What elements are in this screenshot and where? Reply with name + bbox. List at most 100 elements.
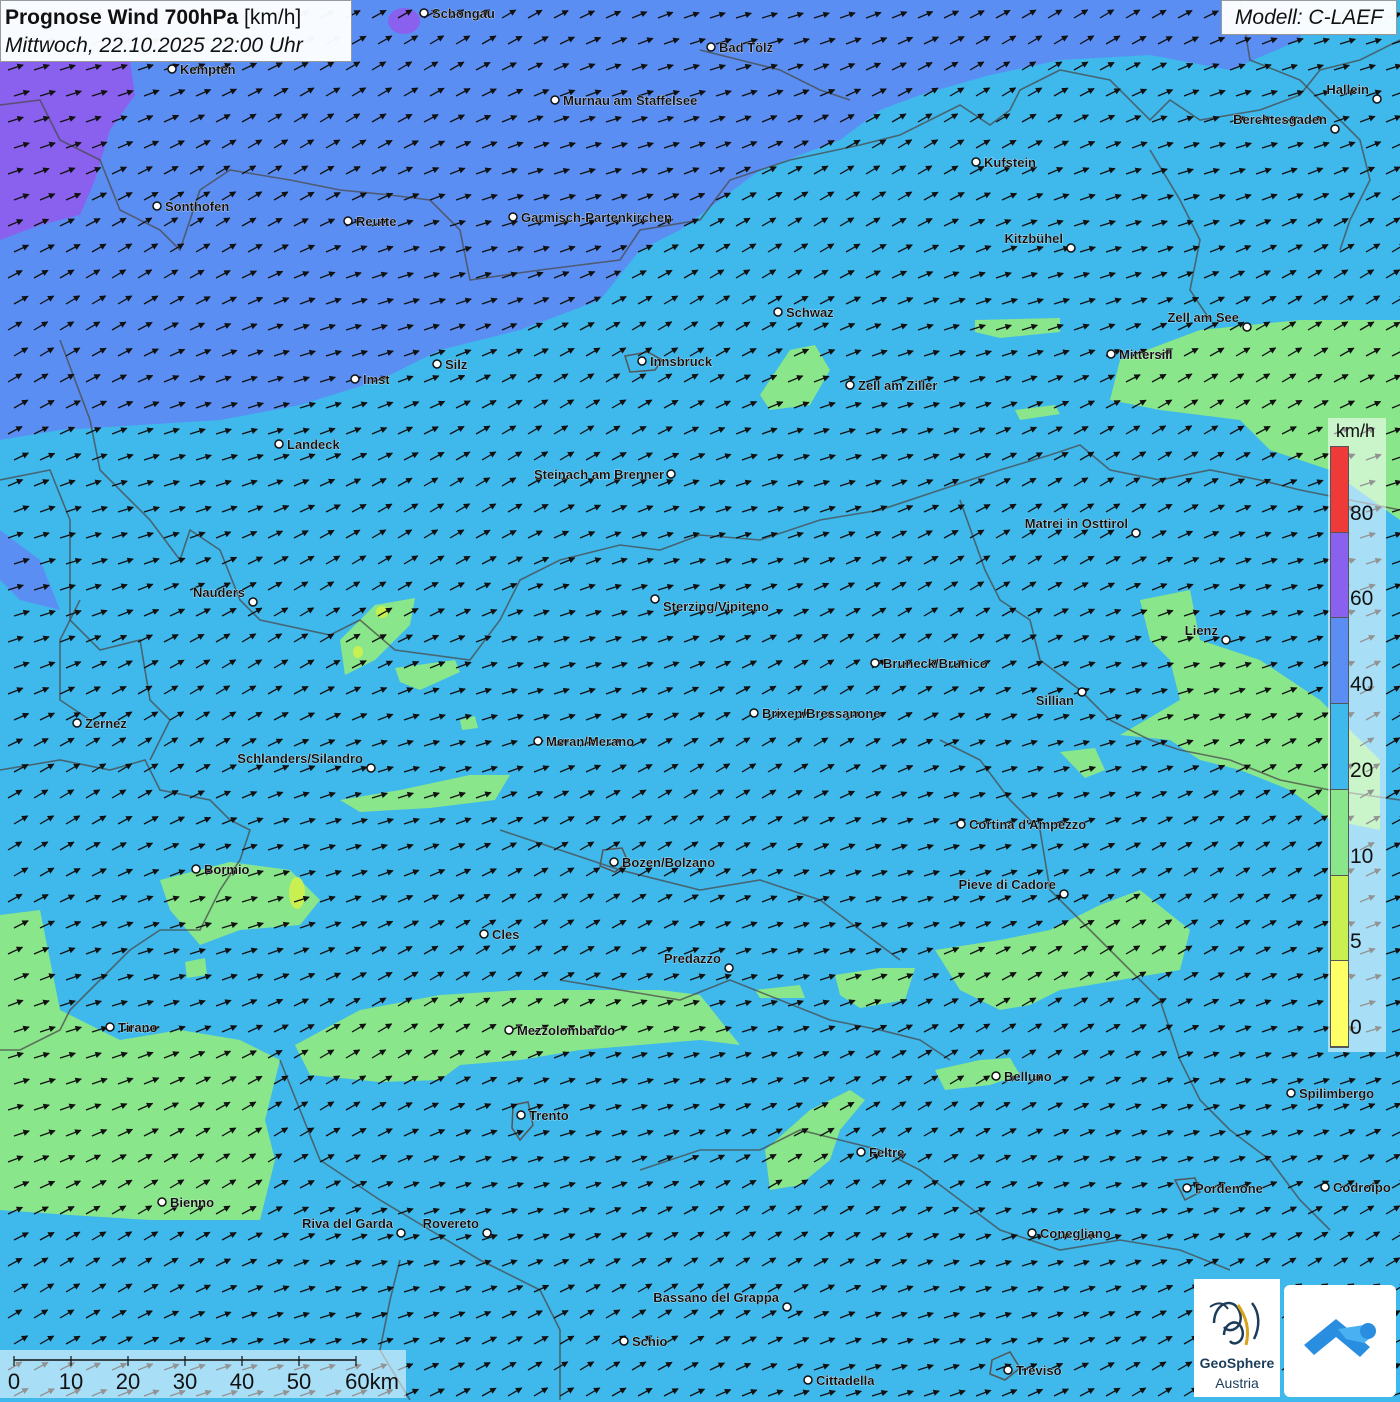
city-label: Belluno	[1004, 1069, 1052, 1084]
city-label: Treviso	[1016, 1363, 1062, 1378]
city-label: Trento	[529, 1108, 569, 1123]
city-dot	[419, 8, 429, 18]
city-label: Sonthofen	[165, 199, 229, 214]
city-marker: Schongau	[419, 6, 495, 21]
city-label: Innsbruck	[650, 354, 713, 369]
app-logo[interactable]	[1284, 1285, 1396, 1397]
geosphere-emblem-icon	[1209, 1301, 1260, 1346]
city-label: Mezzolombardo	[517, 1023, 615, 1038]
city-label: Kempten	[180, 62, 236, 77]
forecast-datetime: Mittwoch, 22.10.2025 22:00 Uhr	[5, 34, 303, 57]
city-dot	[157, 1197, 167, 1207]
city-label: Landeck	[287, 437, 341, 452]
city-dot	[609, 857, 619, 867]
city-dot	[650, 594, 660, 604]
city-dot	[350, 374, 360, 384]
wind-map[interactable]: Schongau Bad Tölz Kempten Murnau am Staffel…	[0, 0, 1400, 1400]
city-label: Bienno	[170, 1195, 214, 1210]
city-marker: Innsbruck	[637, 354, 713, 369]
city-label: Hallein	[1326, 82, 1369, 97]
city-label: Imst	[363, 372, 390, 387]
city-label: Lienz	[1185, 623, 1219, 638]
city-dot	[274, 439, 284, 449]
city-dot	[870, 658, 880, 668]
city-label: Kufstein	[984, 155, 1036, 170]
scale-label: 20	[115, 1369, 141, 1394]
city-dot	[724, 963, 734, 973]
city-marker: Cortina d'Ampezzo	[956, 817, 1087, 832]
city-dot	[479, 929, 489, 939]
app-mountain-icon	[1304, 1319, 1376, 1357]
city-marker: Conegliano	[1027, 1226, 1111, 1241]
city-dot	[773, 307, 783, 317]
scale-label: 50	[286, 1369, 312, 1394]
city-dot	[1077, 687, 1087, 697]
city-label: Sterzing/Vipiteno	[663, 599, 769, 614]
color-legend: km/h 0 5 10 20 40 60 80	[1328, 418, 1386, 1052]
city-dot	[72, 718, 82, 728]
city-marker: Bruneck/Brunico	[870, 656, 988, 671]
legend-band-5–10	[1331, 875, 1348, 962]
legend-tick-label: 60	[1350, 587, 1374, 611]
geosphere-logo[interactable]: GeoSphere Austria	[1194, 1279, 1280, 1397]
city-label: Bruneck/Brunico	[883, 656, 988, 671]
legend-tick-label: 40	[1350, 673, 1374, 697]
city-dot	[666, 469, 676, 479]
legend-color-bar	[1330, 446, 1349, 1048]
city-label: Bozen/Bolzano	[622, 855, 715, 870]
title-main: Prognose Wind 700hPa	[5, 6, 239, 29]
city-label: Feltre	[869, 1145, 904, 1160]
city-label: Meran/Merano	[546, 734, 634, 749]
model-label: Modell: C-LAEF	[1221, 0, 1397, 35]
title-unit: [km/h]	[244, 6, 302, 29]
city-label: Schwaz	[786, 305, 834, 320]
city-label: Schongau	[432, 6, 495, 21]
city-label: Pieve di Cadore	[958, 877, 1056, 892]
city-dot	[856, 1147, 866, 1157]
city-label: Nauders	[193, 585, 245, 600]
legend-band-60–80	[1331, 532, 1348, 619]
city-label: Kitzbühel	[1005, 231, 1064, 246]
city-label: Riva del Garda	[302, 1216, 394, 1231]
city-dot	[152, 201, 162, 211]
city-marker: Pordenone	[1182, 1181, 1263, 1196]
city-marker: Garmisch-Partenkirchen	[508, 210, 672, 225]
city-dot	[105, 1022, 115, 1032]
city-dot	[1059, 889, 1069, 899]
legend-tick-label: 10	[1350, 844, 1374, 868]
scale-label: 40	[229, 1369, 255, 1394]
city-label: Murnau am Staffelsee	[563, 93, 697, 108]
city-marker: Spilimbergo	[1286, 1086, 1374, 1101]
city-label: Cortina d'Ampezzo	[969, 817, 1086, 832]
city-dot	[1066, 243, 1076, 253]
city-dot	[706, 42, 716, 52]
city-dot	[167, 64, 177, 74]
city-dot	[343, 216, 353, 226]
city-marker: Brixen/Bressanone	[749, 706, 881, 721]
city-dot	[366, 763, 376, 773]
legend-band-10–20	[1331, 789, 1348, 876]
city-dot	[1286, 1088, 1296, 1098]
city-dot	[550, 95, 560, 105]
city-label: Predazzo	[664, 951, 721, 966]
city-marker: Zell am Ziller	[845, 378, 938, 393]
city-dot	[191, 864, 201, 874]
legend-tick-label: 20	[1350, 758, 1374, 782]
city-dot	[1330, 124, 1340, 134]
map-title: Prognose Wind 700hPa [km/h]	[5, 4, 347, 32]
city-dot	[991, 1071, 1001, 1081]
city-label: Rovereto	[423, 1216, 479, 1231]
city-label: Zell am Ziller	[858, 378, 937, 393]
city-dot	[1027, 1228, 1037, 1238]
city-label: Cittadella	[816, 1373, 875, 1388]
scale-label: 60km	[345, 1369, 399, 1394]
city-dot	[504, 1025, 514, 1035]
scale-label: 0	[7, 1369, 21, 1394]
geosphere-logo-text: GeoSphere	[1199, 1355, 1275, 1371]
city-dot	[482, 1228, 492, 1238]
legend-tick-label: 5	[1350, 930, 1362, 954]
city-label: Silz	[445, 357, 468, 372]
city-marker: Sonthofen	[152, 199, 230, 214]
city-label: Reutte	[356, 214, 396, 229]
city-marker: Bozen/Bolzano	[609, 855, 716, 870]
